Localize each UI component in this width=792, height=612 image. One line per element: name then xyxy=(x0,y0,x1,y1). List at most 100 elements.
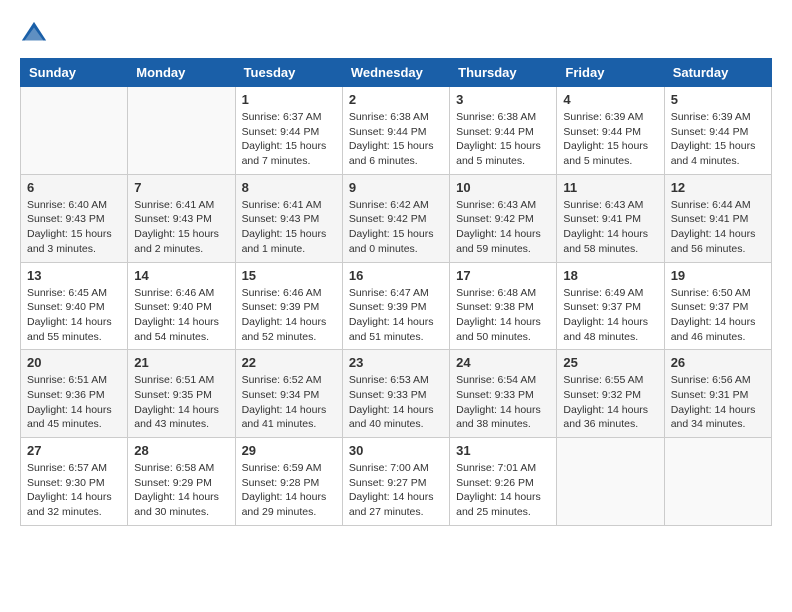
logo-icon xyxy=(20,20,48,48)
calendar-day-cell: 17 Sunrise: 6:48 AM Sunset: 9:38 PM Dayli… xyxy=(450,262,557,350)
day-info: Sunrise: 6:54 AM Sunset: 9:33 PM Dayligh… xyxy=(456,373,550,432)
day-number: 23 xyxy=(349,355,443,370)
weekday-header: Saturday xyxy=(664,59,771,87)
calendar-week-row: 13 Sunrise: 6:45 AM Sunset: 9:40 PM Dayli… xyxy=(21,262,772,350)
calendar-day-cell: 15 Sunrise: 6:46 AM Sunset: 9:39 PM Dayli… xyxy=(235,262,342,350)
calendar-day-cell: 9Sunrise: 6:42 AM Sunset: 9:42 PM Daylig… xyxy=(342,174,449,262)
calendar-day-cell: 10Sunrise: 6:43 AM Sunset: 9:42 PM Dayli… xyxy=(450,174,557,262)
calendar-day-cell: 6 Sunrise: 6:40 AM Sunset: 9:43 PM Daylig… xyxy=(21,174,128,262)
day-number: 4 xyxy=(563,92,657,107)
day-info: Sunrise: 6:44 AM Sunset: 9:41 PM Dayligh… xyxy=(671,198,765,257)
weekday-header: Thursday xyxy=(450,59,557,87)
day-number: 29 xyxy=(242,443,336,458)
day-info: Sunrise: 7:01 AM Sunset: 9:26 PM Dayligh… xyxy=(456,461,550,520)
day-number: 7 xyxy=(134,180,228,195)
day-info: Sunrise: 6:45 AM Sunset: 9:40 PM Dayligh… xyxy=(27,286,121,345)
calendar-day-cell xyxy=(557,438,664,526)
calendar-day-cell: 4 Sunrise: 6:39 AM Sunset: 9:44 PM Daylig… xyxy=(557,87,664,175)
day-info: Sunrise: 6:47 AM Sunset: 9:39 PM Dayligh… xyxy=(349,286,443,345)
calendar-day-cell: 31 Sunrise: 7:01 AM Sunset: 9:26 PM Dayli… xyxy=(450,438,557,526)
day-number: 11 xyxy=(563,180,657,195)
day-info: Sunrise: 6:49 AM Sunset: 9:37 PM Dayligh… xyxy=(563,286,657,345)
day-number: 12 xyxy=(671,180,765,195)
calendar-day-cell: 30 Sunrise: 7:00 AM Sunset: 9:27 PM Dayli… xyxy=(342,438,449,526)
day-number: 26 xyxy=(671,355,765,370)
calendar-day-cell: 14Sunrise: 6:46 AM Sunset: 9:40 PM Dayli… xyxy=(128,262,235,350)
day-number: 5 xyxy=(671,92,765,107)
day-info: Sunrise: 6:39 AM Sunset: 9:44 PM Dayligh… xyxy=(563,110,657,169)
day-info: Sunrise: 6:55 AM Sunset: 9:32 PM Dayligh… xyxy=(563,373,657,432)
calendar-day-cell: 27 Sunrise: 6:57 AM Sunset: 9:30 PM Dayli… xyxy=(21,438,128,526)
calendar-week-row: 27 Sunrise: 6:57 AM Sunset: 9:30 PM Dayli… xyxy=(21,438,772,526)
day-info: Sunrise: 6:37 AM Sunset: 9:44 PM Dayligh… xyxy=(242,110,336,169)
calendar-day-cell: 21Sunrise: 6:51 AM Sunset: 9:35 PM Dayli… xyxy=(128,350,235,438)
day-number: 6 xyxy=(27,180,121,195)
day-number: 25 xyxy=(563,355,657,370)
day-info: Sunrise: 7:00 AM Sunset: 9:27 PM Dayligh… xyxy=(349,461,443,520)
calendar-day-cell: 18 Sunrise: 6:49 AM Sunset: 9:37 PM Dayli… xyxy=(557,262,664,350)
day-number: 1 xyxy=(242,92,336,107)
day-info: Sunrise: 6:51 AM Sunset: 9:36 PM Dayligh… xyxy=(27,373,121,432)
calendar-day-cell xyxy=(128,87,235,175)
weekday-header: Tuesday xyxy=(235,59,342,87)
weekday-header: Monday xyxy=(128,59,235,87)
calendar-day-cell: 19 Sunrise: 6:50 AM Sunset: 9:37 PM Dayli… xyxy=(664,262,771,350)
day-number: 22 xyxy=(242,355,336,370)
day-number: 2 xyxy=(349,92,443,107)
page-header xyxy=(20,20,772,48)
calendar-day-cell: 23 Sunrise: 6:53 AM Sunset: 9:33 PM Dayli… xyxy=(342,350,449,438)
calendar-week-row: 20 Sunrise: 6:51 AM Sunset: 9:36 PM Dayli… xyxy=(21,350,772,438)
day-info: Sunrise: 6:53 AM Sunset: 9:33 PM Dayligh… xyxy=(349,373,443,432)
calendar-day-cell: 25 Sunrise: 6:55 AM Sunset: 9:32 PM Dayli… xyxy=(557,350,664,438)
day-info: Sunrise: 6:39 AM Sunset: 9:44 PM Dayligh… xyxy=(671,110,765,169)
day-info: Sunrise: 6:46 AM Sunset: 9:39 PM Dayligh… xyxy=(242,286,336,345)
day-number: 18 xyxy=(563,268,657,283)
calendar-day-cell: 12 Sunrise: 6:44 AM Sunset: 9:41 PM Dayli… xyxy=(664,174,771,262)
weekday-header: Friday xyxy=(557,59,664,87)
weekday-header-row: SundayMondayTuesdayWednesdayThursdayFrid… xyxy=(21,59,772,87)
calendar-day-cell: 7Sunrise: 6:41 AM Sunset: 9:43 PM Daylig… xyxy=(128,174,235,262)
calendar-day-cell: 13 Sunrise: 6:45 AM Sunset: 9:40 PM Dayli… xyxy=(21,262,128,350)
calendar-week-row: 6 Sunrise: 6:40 AM Sunset: 9:43 PM Daylig… xyxy=(21,174,772,262)
day-info: Sunrise: 6:41 AM Sunset: 9:43 PM Dayligh… xyxy=(242,198,336,257)
day-info: Sunrise: 6:57 AM Sunset: 9:30 PM Dayligh… xyxy=(27,461,121,520)
day-number: 24 xyxy=(456,355,550,370)
day-number: 3 xyxy=(456,92,550,107)
day-info: Sunrise: 6:38 AM Sunset: 9:44 PM Dayligh… xyxy=(456,110,550,169)
day-info: Sunrise: 6:56 AM Sunset: 9:31 PM Dayligh… xyxy=(671,373,765,432)
calendar-day-cell: 2 Sunrise: 6:38 AM Sunset: 9:44 PM Daylig… xyxy=(342,87,449,175)
logo xyxy=(20,20,52,48)
day-number: 17 xyxy=(456,268,550,283)
day-number: 14 xyxy=(134,268,228,283)
calendar-day-cell: 5 Sunrise: 6:39 AM Sunset: 9:44 PM Daylig… xyxy=(664,87,771,175)
calendar-day-cell: 22Sunrise: 6:52 AM Sunset: 9:34 PM Dayli… xyxy=(235,350,342,438)
day-number: 19 xyxy=(671,268,765,283)
calendar-day-cell: 3 Sunrise: 6:38 AM Sunset: 9:44 PM Daylig… xyxy=(450,87,557,175)
day-number: 9 xyxy=(349,180,443,195)
calendar-day-cell xyxy=(21,87,128,175)
day-info: Sunrise: 6:48 AM Sunset: 9:38 PM Dayligh… xyxy=(456,286,550,345)
weekday-header: Wednesday xyxy=(342,59,449,87)
day-number: 28 xyxy=(134,443,228,458)
day-info: Sunrise: 6:38 AM Sunset: 9:44 PM Dayligh… xyxy=(349,110,443,169)
day-number: 8 xyxy=(242,180,336,195)
day-number: 30 xyxy=(349,443,443,458)
day-info: Sunrise: 6:43 AM Sunset: 9:41 PM Dayligh… xyxy=(563,198,657,257)
day-number: 10 xyxy=(456,180,550,195)
day-number: 13 xyxy=(27,268,121,283)
day-number: 20 xyxy=(27,355,121,370)
day-number: 31 xyxy=(456,443,550,458)
day-number: 15 xyxy=(242,268,336,283)
calendar-day-cell: 28 Sunrise: 6:58 AM Sunset: 9:29 PM Dayli… xyxy=(128,438,235,526)
day-number: 16 xyxy=(349,268,443,283)
day-number: 21 xyxy=(134,355,228,370)
weekday-header: Sunday xyxy=(21,59,128,87)
calendar-table: SundayMondayTuesdayWednesdayThursdayFrid… xyxy=(20,58,772,526)
day-info: Sunrise: 6:50 AM Sunset: 9:37 PM Dayligh… xyxy=(671,286,765,345)
day-info: Sunrise: 6:58 AM Sunset: 9:29 PM Dayligh… xyxy=(134,461,228,520)
calendar-day-cell: 16 Sunrise: 6:47 AM Sunset: 9:39 PM Dayli… xyxy=(342,262,449,350)
day-info: Sunrise: 6:40 AM Sunset: 9:43 PM Dayligh… xyxy=(27,198,121,257)
calendar-week-row: 1 Sunrise: 6:37 AM Sunset: 9:44 PM Daylig… xyxy=(21,87,772,175)
calendar-day-cell: 29Sunrise: 6:59 AM Sunset: 9:28 PM Dayli… xyxy=(235,438,342,526)
day-number: 27 xyxy=(27,443,121,458)
